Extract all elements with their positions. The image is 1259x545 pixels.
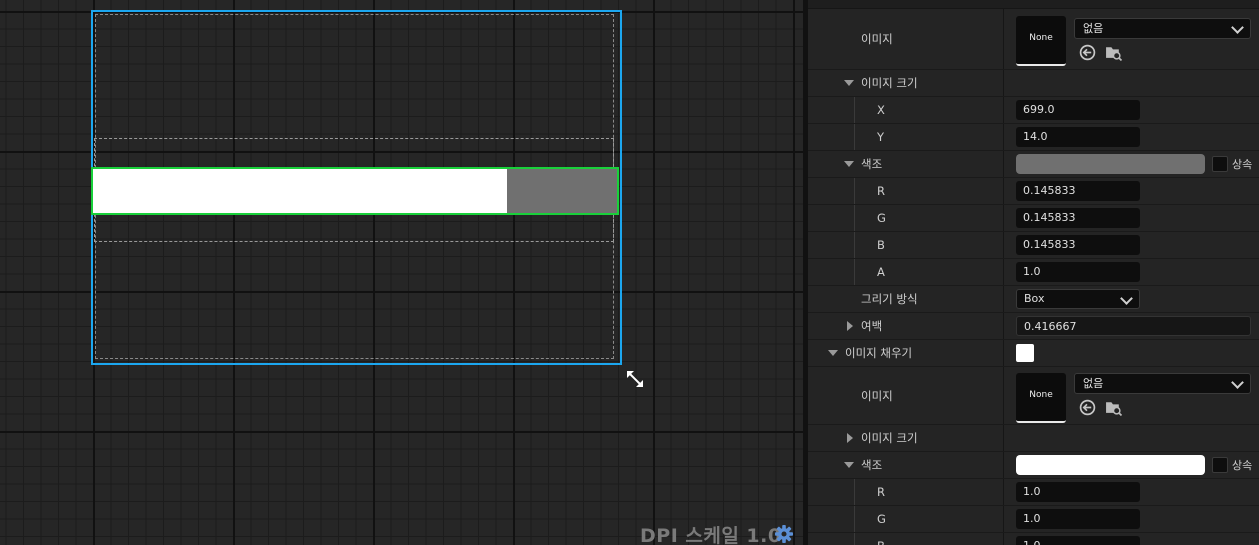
thumbnail-text: None [1029, 33, 1053, 43]
property-row-draw-as: 그리기 방식 Box [808, 286, 1259, 313]
property-row-tint[interactable]: 색조 상속 [808, 452, 1259, 479]
image-thumbnail[interactable]: None [1016, 373, 1066, 423]
inherit-label: 상속 [1232, 459, 1253, 472]
inherit-label: 상속 [1232, 158, 1253, 171]
b-input[interactable]: 0.145833 [1016, 235, 1140, 255]
asset-value: 없음 [1083, 22, 1104, 35]
property-label: R [877, 184, 885, 198]
property-row-b: B 0.145833 [808, 232, 1259, 259]
property-row-r: R 1.0 [808, 479, 1259, 506]
b-input[interactable]: 1.0 [1016, 536, 1140, 545]
property-label: 이미지 채우기 [845, 346, 913, 360]
inherit-checkbox[interactable] [1212, 156, 1228, 172]
property-row-image-size[interactable]: 이미지 크기 [808, 70, 1259, 97]
progress-bar-fill [93, 169, 507, 213]
details-panel: 이미지 None 없음 이미지 크기 X 699.0 Y 14.0 색조 상속 … [808, 0, 1259, 545]
asset-value: 없음 [1083, 377, 1104, 390]
property-label: 이미지 [861, 388, 893, 403]
expand-arrow-icon[interactable] [844, 462, 854, 468]
chevron-down-icon [1120, 292, 1133, 305]
chevron-down-icon [1231, 376, 1244, 389]
tint-color-swatch[interactable] [1016, 455, 1205, 475]
property-label: 그리기 방식 [861, 292, 918, 306]
folder-search-icon[interactable] [1105, 44, 1122, 61]
arrow-left-circle-icon[interactable] [1079, 399, 1096, 416]
a-input[interactable]: 1.0 [1016, 262, 1140, 282]
property-label: 여백 [861, 319, 883, 333]
property-label: R [877, 485, 885, 499]
expand-arrow-icon[interactable] [847, 433, 853, 443]
property-row-image: 이미지 None 없음 [808, 9, 1259, 70]
r-input[interactable]: 0.145833 [1016, 181, 1140, 201]
chevron-down-icon [1231, 21, 1244, 34]
expand-arrow-icon[interactable] [847, 321, 853, 331]
gear-icon[interactable] [775, 525, 793, 543]
g-input[interactable]: 0.145833 [1016, 208, 1140, 228]
property-row-y: Y 14.0 [808, 124, 1259, 151]
image-thumbnail[interactable]: None [1016, 16, 1066, 66]
property-row-tint[interactable]: 색조 상속 [808, 151, 1259, 178]
expand-arrow-icon[interactable] [844, 80, 854, 86]
property-row-fill-image[interactable]: 이미지 채우기 [808, 340, 1259, 367]
progress-bar-widget[interactable] [91, 167, 619, 215]
thumbnail-text: None [1029, 390, 1053, 400]
resize-diagonal-icon[interactable] [625, 369, 645, 389]
property-row-g: G 1.0 [808, 506, 1259, 533]
property-row-x: X 699.0 [808, 97, 1259, 124]
dpi-scale-label: DPI 스케일 1.0 [640, 525, 782, 545]
draw-as-value: Box [1024, 292, 1045, 305]
property-row-image: 이미지 None 없음 [808, 367, 1259, 425]
folder-search-icon[interactable] [1105, 399, 1122, 416]
property-row-a: A 1.0 [808, 259, 1259, 286]
property-label: G [877, 211, 886, 225]
property-row-r: R 0.145833 [808, 178, 1259, 205]
property-label: Y [877, 130, 885, 144]
property-label: 이미지 크기 [861, 431, 918, 445]
asset-picker-dropdown[interactable]: 없음 [1074, 18, 1251, 39]
arrow-left-circle-icon[interactable] [1079, 44, 1096, 61]
property-row-image-size[interactable]: 이미지 크기 [808, 425, 1259, 452]
property-label: 이미지 [861, 32, 893, 46]
margin-input[interactable]: 0.416667 [1016, 316, 1251, 336]
expand-arrow-icon[interactable] [828, 350, 838, 356]
y-input[interactable]: 14.0 [1016, 127, 1140, 147]
property-label: 이미지 크기 [861, 76, 918, 90]
property-label: 색조 [861, 458, 883, 472]
section-header-background-image[interactable] [808, 0, 1259, 9]
property-row-margin[interactable]: 여백 0.416667 [808, 313, 1259, 340]
property-label: A [877, 265, 885, 279]
fill-image-color-swatch[interactable] [1016, 344, 1034, 362]
property-label: B [877, 238, 885, 252]
designer-canvas[interactable]: DPI 스케일 1.0 [0, 0, 808, 545]
x-input[interactable]: 699.0 [1016, 100, 1140, 120]
r-input[interactable]: 1.0 [1016, 482, 1140, 502]
property-label: B [877, 539, 885, 545]
draw-as-dropdown[interactable]: Box [1016, 289, 1140, 309]
property-row-g: G 0.145833 [808, 205, 1259, 232]
asset-picker-dropdown[interactable]: 없음 [1074, 373, 1251, 394]
tint-color-swatch[interactable] [1016, 154, 1205, 174]
property-row-b: B 1.0 [808, 533, 1259, 545]
property-label: X [877, 103, 885, 117]
inherit-checkbox[interactable] [1212, 457, 1228, 473]
expand-arrow-icon[interactable] [844, 161, 854, 167]
property-label: G [877, 512, 886, 526]
property-label: 색조 [861, 157, 883, 171]
g-input[interactable]: 1.0 [1016, 509, 1140, 529]
